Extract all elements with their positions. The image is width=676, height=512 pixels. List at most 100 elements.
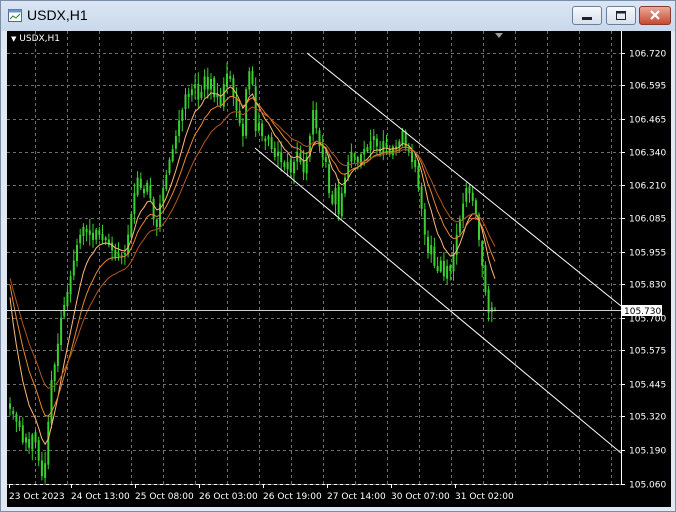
price-tick-label: 105.575 [629, 347, 666, 357]
candle-body [181, 110, 184, 121]
time-tick-label: 25 Oct 08:00 [135, 492, 194, 502]
candle-body [203, 76, 206, 90]
candle-body [273, 147, 276, 157]
candle-body [471, 192, 474, 201]
maximize-button[interactable] [606, 6, 636, 25]
candle-body [123, 252, 126, 255]
candle-body [82, 227, 85, 236]
candle-body [449, 265, 452, 271]
price-tick-label: 106.720 [629, 50, 666, 60]
candle-body [257, 123, 260, 131]
candle-body [187, 93, 190, 98]
candle-body [146, 182, 149, 192]
candle-body [190, 89, 193, 96]
candle-body [331, 194, 334, 204]
candle-body [468, 186, 471, 194]
chart-window-icon [8, 9, 22, 22]
candle-body [229, 76, 232, 79]
candle-body [302, 161, 305, 173]
chart-shift-marker [495, 33, 503, 38]
time-tick-label: 24 Oct 13:00 [71, 492, 130, 502]
chart-window: USDX,H1 ▼ USDX,H1 106.720 106.595 106.465 1… [0, 0, 676, 512]
close-icon [650, 10, 660, 20]
channel-upper-line [306, 52, 622, 307]
price-tick-label: 105.190 [629, 447, 666, 457]
candle-body [18, 421, 21, 427]
candle-body [433, 246, 436, 266]
candle-body [60, 317, 63, 346]
candle-body [430, 245, 433, 255]
candle-body [312, 110, 315, 135]
candle-body [366, 147, 369, 152]
candle-body [194, 84, 197, 89]
candle-body [369, 141, 372, 150]
candle-body [283, 162, 286, 168]
candle-body [101, 233, 104, 240]
candle-body [85, 228, 88, 233]
candle-body [92, 232, 94, 240]
current-price-label: 105.730 [624, 307, 661, 317]
candle-body [200, 91, 203, 98]
candle-body [270, 137, 273, 149]
candle-body [162, 188, 165, 202]
time-tick-label: 26 Oct 19:00 [263, 492, 322, 502]
window-titlebar[interactable]: USDX,H1 [1, 1, 675, 31]
candle-body [375, 138, 378, 147]
candle-body [210, 79, 212, 90]
candle-body [40, 460, 43, 477]
candle-body [174, 136, 177, 149]
candle-body [423, 209, 426, 235]
candle-body [420, 186, 423, 209]
candle-body [340, 193, 343, 217]
candle-body [251, 71, 254, 85]
chart-plot: 106.720 106.595 106.465 106.340 106.210 106.0… [7, 31, 666, 502]
candle-body [363, 149, 366, 155]
price-tick-label: 106.465 [629, 116, 666, 126]
candle-body [401, 130, 404, 144]
candle-body [136, 177, 139, 195]
candle-body [184, 94, 187, 110]
candle-body [114, 249, 117, 259]
window-title: USDX,H1 [27, 7, 88, 23]
channel-lower-line [254, 147, 622, 454]
candle-body [484, 265, 487, 292]
candle-body [280, 152, 283, 163]
candle-body [178, 120, 181, 136]
ma-mid-line [9, 95, 496, 417]
candle-body [277, 151, 279, 157]
candle-body [487, 289, 490, 313]
time-tick-label: 27 Oct 14:00 [327, 492, 386, 502]
candle-body [88, 230, 91, 235]
candle-body [439, 260, 442, 272]
time-tick-label: 31 Oct 02:00 [455, 492, 514, 502]
candle-body [442, 261, 445, 277]
candle-body [353, 153, 356, 157]
candle-body [12, 410, 15, 414]
candle-body [76, 245, 78, 261]
candle-body [104, 237, 107, 240]
candle-body [261, 123, 264, 137]
candle-body [149, 185, 152, 199]
candle-body [139, 178, 142, 188]
time-tick-label: 23 Oct 2023 [9, 492, 65, 502]
candle-body [133, 193, 136, 214]
candle-body [350, 151, 353, 162]
time-tick-label: 30 Oct 07:00 [391, 492, 450, 502]
candle-body [347, 162, 350, 178]
candle-body [241, 123, 244, 137]
price-tick-label: 105.830 [629, 281, 666, 291]
ma-fast-line [9, 86, 496, 446]
minimize-button[interactable] [572, 6, 602, 25]
candle-body [465, 188, 468, 202]
candle-body [37, 440, 40, 461]
candle-body [206, 76, 209, 90]
price-chart[interactable]: ▼ USDX,H1 106.720 106.595 106.465 106.340 10… [7, 31, 671, 507]
minimize-icon [582, 17, 592, 20]
price-tick-label: 106.210 [629, 182, 666, 192]
close-button[interactable] [639, 6, 671, 25]
candle-body [385, 143, 388, 147]
candle-body [197, 83, 200, 100]
candle-body [111, 242, 114, 251]
candle-body [25, 437, 27, 443]
candle-body [15, 413, 18, 422]
